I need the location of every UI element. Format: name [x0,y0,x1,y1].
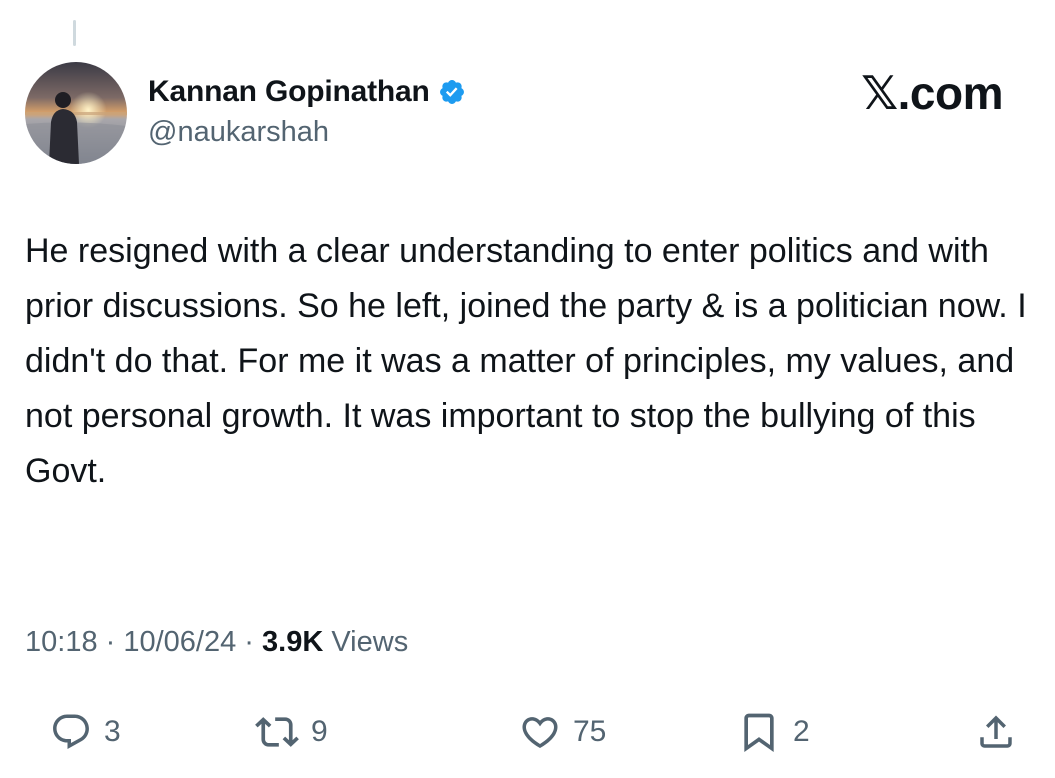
reply-count: 3 [104,715,121,748]
share-button[interactable] [975,700,1017,764]
x-logo: 𝕏.com [861,67,1003,119]
author-handle[interactable]: @naukarshah [148,116,466,149]
author-name-row: Kannan Gopinathan [148,74,466,110]
tweet-card: Kannan Gopinathan @naukarshah 𝕏.com He r… [0,0,1055,778]
share-icon [980,715,1012,748]
thread-line [73,20,76,46]
meta-separator: · [97,626,124,658]
bookmark-icon [744,713,774,753]
author-display-name[interactable]: Kannan Gopinathan [148,75,430,109]
tweet-body: He resigned with a clear understanding t… [25,232,1027,490]
action-bar: 3 9 75 2 [0,700,1055,764]
reply-button[interactable]: 3 [50,700,121,764]
repost-icon [255,717,299,747]
author-block: Kannan Gopinathan @naukarshah [148,74,466,149]
bookmark-button[interactable]: 2 [737,700,810,764]
repost-count: 9 [311,715,328,748]
like-button[interactable]: 75 [519,700,606,764]
views-label: Views [331,626,409,658]
repost-button[interactable]: 9 [255,700,328,764]
verified-badge-icon [438,78,466,106]
heart-icon [522,717,558,749]
views-count: 3.9K [262,626,324,658]
avatar-image [25,62,127,164]
like-count: 75 [573,715,607,748]
reply-icon [53,714,89,749]
tweet-text: He resigned with a clear understanding t… [25,224,1035,499]
bookmark-count: 2 [793,715,810,748]
tweet-date[interactable]: 10/06/24 [123,626,236,658]
avatar[interactable] [25,62,127,164]
meta-separator: · [236,626,263,658]
tweet-meta: 10:18 · 10/06/24 · 3.9K Views [25,626,408,659]
tweet-time[interactable]: 10:18 [25,626,98,658]
